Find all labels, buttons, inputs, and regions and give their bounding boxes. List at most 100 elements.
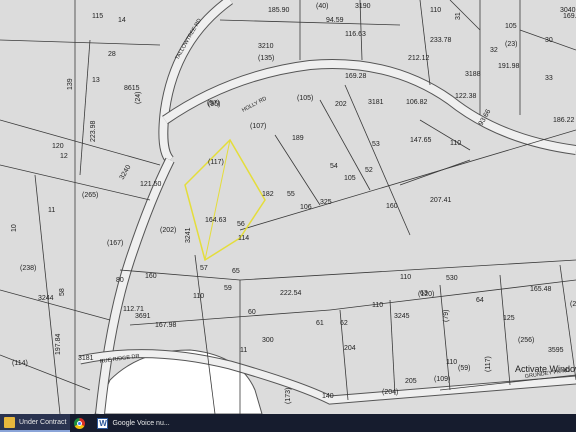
road-label-tallowtree: TALLOWTREE RD xyxy=(175,18,203,61)
parcel-label: 125 xyxy=(503,315,515,322)
parcel-label: 94.59 xyxy=(326,17,344,24)
highlighted-parcel-divider xyxy=(204,139,231,261)
parcel-label: 325 xyxy=(320,199,332,206)
taskbar-label: Google Voice nu... xyxy=(112,419,170,427)
parcel-label: 169.81 xyxy=(563,13,576,20)
parcel-label: 13 xyxy=(92,77,100,84)
parcel-label: 160 xyxy=(386,203,398,210)
parcel-label: 186.22 xyxy=(553,117,575,124)
parcel-label: 140 xyxy=(322,393,334,400)
parcel-label: 205 xyxy=(405,378,417,385)
parcel-label: 121.50 xyxy=(140,181,162,188)
parcel-label: 185.90 xyxy=(268,7,290,14)
parcel-label: 160 xyxy=(145,273,157,280)
parcel-label: 191.98 xyxy=(498,63,520,70)
parcel-label: 223.98 xyxy=(90,120,97,142)
parcel-label: 28 xyxy=(108,51,116,58)
parcel-label: (105) xyxy=(297,95,313,102)
parcel-label: (107) xyxy=(250,123,266,130)
parcel-label: 33 xyxy=(545,75,553,82)
parcel-label: 204 xyxy=(344,345,356,352)
parcel-label: 56 xyxy=(237,221,245,228)
parcel-label: 54 xyxy=(330,163,338,170)
parcel-label: 110 xyxy=(193,293,204,300)
parcel-label: (265) xyxy=(82,192,98,199)
parcel-label: 61 xyxy=(316,320,324,327)
parcel-label: 212.12 xyxy=(408,55,430,62)
taskbar-item-chrome[interactable] xyxy=(70,414,93,432)
parcel-label: 60 xyxy=(248,309,256,316)
parcel-label: 120 xyxy=(52,143,64,150)
parcel-label: 3245 xyxy=(394,313,410,320)
parcel-label: (114) xyxy=(12,360,28,367)
parcel-label: 64 xyxy=(476,297,484,304)
parcel-label: 197.84 xyxy=(55,333,62,355)
parcel-label: 147.65 xyxy=(410,137,432,144)
parcel-label: 11 xyxy=(240,347,247,354)
parcel-label: 115 xyxy=(92,13,103,20)
parcel-label: 106 xyxy=(300,204,312,211)
parcel-label: 207.41 xyxy=(430,197,452,204)
parcel-label: (256) xyxy=(518,337,534,344)
parcel-label: 80 xyxy=(116,277,124,284)
parcel-label: (120) xyxy=(418,291,434,298)
parcel-label: 106.82 xyxy=(406,99,428,106)
parcel-label: 3210 xyxy=(258,43,274,50)
parcel-label: (117) xyxy=(208,159,224,166)
parcel-label: 530 xyxy=(446,275,458,282)
parcel-label: (173) xyxy=(285,388,292,404)
parcel-label: (167) xyxy=(107,240,123,247)
parcel-label: 3181 xyxy=(78,355,94,362)
parcel-label: (135) xyxy=(258,55,274,62)
taskbar: Under Contract W Google Voice nu... xyxy=(0,414,576,432)
parcel-label: 110 xyxy=(400,274,411,281)
parcel-label: 58 xyxy=(59,288,66,296)
parcel-label: (79) xyxy=(443,310,450,322)
activate-windows-watermark: Activate Windows xyxy=(515,364,576,374)
taskbar-label: Under Contract xyxy=(19,418,67,426)
parcel-label: 3188 xyxy=(465,71,481,78)
parcel-label: (117) xyxy=(485,356,492,372)
parcel-label: 3190 xyxy=(355,3,371,10)
parcel-label: 189 xyxy=(292,135,304,142)
parcel-label: 105 xyxy=(344,175,356,182)
word-icon: W xyxy=(97,417,109,429)
parcel-label: 110 xyxy=(446,359,457,366)
parcel-label: 31 xyxy=(455,12,462,20)
parcel-label: 169.28 xyxy=(345,73,367,80)
taskbar-item-google-voice[interactable]: W Google Voice nu... xyxy=(93,414,173,432)
parcel-label: (109) xyxy=(434,376,450,383)
parcel-label: (232) xyxy=(570,301,576,308)
parcel-label: 167.98 xyxy=(155,322,177,329)
parcel-label: 110 xyxy=(372,302,383,309)
parcel-label: (202) xyxy=(160,227,176,234)
parcel-label: 30 xyxy=(545,37,553,44)
taskbar-item-under-contract[interactable]: Under Contract xyxy=(0,414,71,432)
parcel-label: 62 xyxy=(340,320,348,327)
folder-icon xyxy=(4,416,15,428)
parcel-label: 3691 xyxy=(135,313,151,320)
parcel-label: 112.71 xyxy=(123,306,144,313)
parcel-label: 182 xyxy=(262,191,274,198)
parcel-label: 14 xyxy=(118,17,126,24)
parcel-label: (24) xyxy=(135,92,142,104)
parcel-map[interactable]: TALLOWTREE RD HOLLY RD RUE RIDGE DR GRUN… xyxy=(0,0,576,414)
parcel-label: (23) xyxy=(505,41,517,48)
parcel-label: 65 xyxy=(232,268,240,275)
parcel-label: 3595 xyxy=(548,347,564,354)
parcel-label: 300 xyxy=(262,337,274,344)
parcel-label: 165.48 xyxy=(530,286,552,293)
parcel-label: 202 xyxy=(335,101,347,108)
parcel-label: 3040 xyxy=(560,7,576,14)
parcel-label: 164.63 xyxy=(205,217,227,224)
parcel-lines xyxy=(0,0,576,414)
parcel-label: 55 xyxy=(287,191,295,198)
parcel-label: 114 xyxy=(238,235,249,242)
highlighted-parcel[interactable] xyxy=(184,138,266,262)
parcel-label: (238) xyxy=(20,265,36,272)
parcel-label: 10 xyxy=(11,224,18,232)
parcel-label: 59 xyxy=(224,285,232,292)
parcel-label: (40) xyxy=(316,3,328,10)
road-label-holly: HOLLY RD xyxy=(241,96,268,114)
parcel-label: (95) xyxy=(208,101,220,108)
